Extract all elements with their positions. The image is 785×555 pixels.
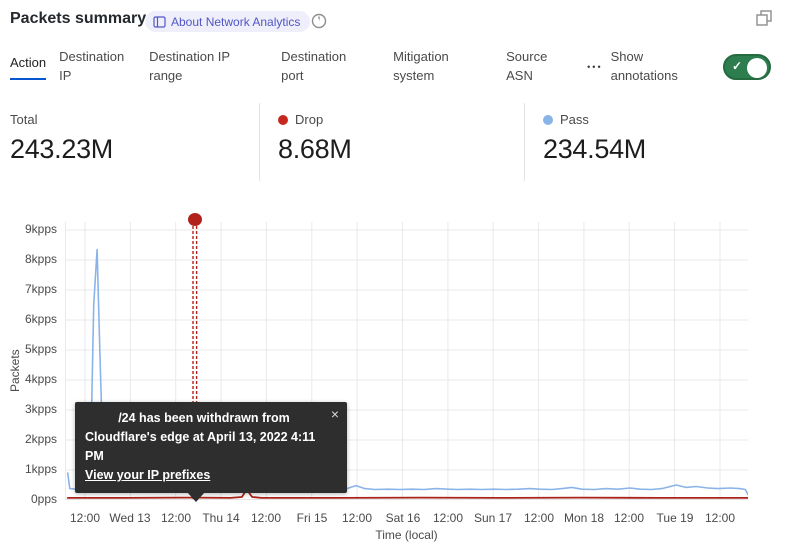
- tab-destination-ip[interactable]: Destination IP: [59, 48, 131, 86]
- tab-destination-ip-range[interactable]: Destination IP range: [149, 48, 244, 86]
- stat-total: Total 243.23M: [0, 103, 259, 181]
- y-axis-tick: 0pps: [0, 492, 57, 506]
- panel-header: Packets summary About Network Analytics: [0, 6, 785, 36]
- y-axis-tick: 3kpps: [0, 402, 57, 416]
- dimension-tabs: Action Destination IP Destination IP ran…: [0, 43, 785, 91]
- stat-pass-value: 234.54M: [543, 134, 785, 165]
- check-icon: ✓: [732, 59, 742, 73]
- about-network-analytics-badge[interactable]: About Network Analytics: [145, 11, 310, 32]
- drop-legend-dot: [278, 115, 288, 125]
- packets-summary-panel: Packets summary About Network Analytics …: [0, 0, 785, 555]
- y-axis-tick: 9kpps: [0, 222, 57, 236]
- tab-source-asn[interactable]: Source ASN: [506, 48, 554, 86]
- pass-legend-dot: [543, 115, 553, 125]
- y-axis-tick: 1kpps: [0, 462, 57, 476]
- toggle-knob: [747, 58, 767, 78]
- tab-action[interactable]: Action: [10, 54, 46, 81]
- y-axis-tick: 6kpps: [0, 312, 57, 326]
- stat-drop: Drop 8.68M: [259, 103, 524, 181]
- annotation-tooltip-line2: Cloudflare's edge at April 13, 2022 4:11…: [85, 428, 337, 466]
- y-axis-tick: 5kpps: [0, 342, 57, 356]
- tab-mitigation-system[interactable]: Mitigation system: [393, 48, 461, 86]
- expand-panel-icon[interactable]: [755, 9, 773, 27]
- stat-pass: Pass 234.54M: [524, 103, 785, 181]
- more-tabs-ellipsis-icon[interactable]: •••: [587, 62, 602, 72]
- y-axis-tick: 4kpps: [0, 372, 57, 386]
- annotation-marker-dot[interactable]: [188, 213, 202, 226]
- tooltip-arrow: [187, 492, 205, 502]
- stat-total-value: 243.23M: [10, 134, 259, 165]
- stats-row: Total 243.23M Drop 8.68M Pass 234.54M: [0, 103, 785, 181]
- show-annotations-toggle[interactable]: ✓: [723, 54, 771, 80]
- stat-total-label: Total: [10, 112, 37, 127]
- stat-pass-label: Pass: [560, 112, 589, 127]
- annotation-tooltip-line1: /24 has been withdrawn from: [85, 409, 337, 428]
- y-axis-tick: 7kpps: [0, 282, 57, 296]
- y-axis-tick: 8kpps: [0, 252, 57, 266]
- show-annotations-label: Show annotations: [611, 48, 701, 86]
- badge-label: About Network Analytics: [171, 15, 300, 29]
- close-icon[interactable]: ×: [331, 404, 339, 425]
- page-title: Packets summary: [10, 10, 146, 28]
- stat-drop-label: Drop: [295, 112, 323, 127]
- y-axis-tick: 2kpps: [0, 432, 57, 446]
- book-icon: [153, 16, 166, 28]
- x-axis-title: Time (local): [346, 528, 467, 542]
- tab-destination-port[interactable]: Destination port: [281, 48, 353, 86]
- annotation-tooltip: × /24 has been withdrawn from Cloudflare…: [75, 402, 347, 493]
- clock-icon[interactable]: [310, 12, 328, 30]
- x-axis-tick: 12:00: [690, 511, 750, 525]
- view-ip-prefixes-link[interactable]: View your IP prefixes: [85, 468, 210, 482]
- stat-drop-value: 8.68M: [278, 134, 524, 165]
